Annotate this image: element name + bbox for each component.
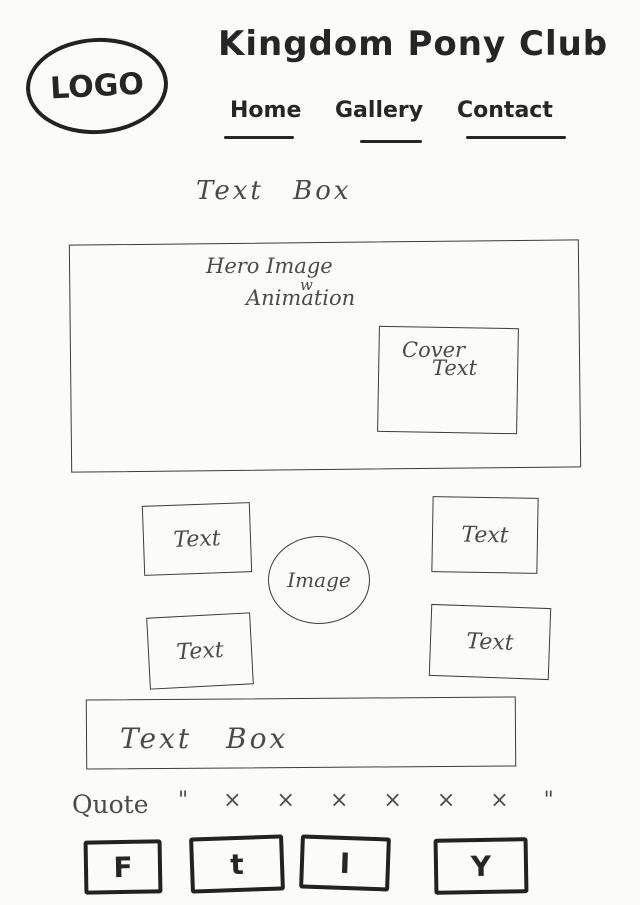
facebook-icon-letter: F	[113, 850, 133, 884]
feature-text-bottom-right[interactable]: Text	[428, 603, 552, 681]
cover-text-line2: Text	[432, 356, 478, 380]
instagram-icon[interactable]: I	[299, 834, 391, 892]
wide-text-box-label: Text Box	[120, 722, 289, 755]
youtube-icon[interactable]: Y	[433, 837, 529, 895]
quote-content: " × × × × × × "	[178, 788, 568, 813]
intro-text-box: Text Box	[196, 176, 352, 206]
nav-contact[interactable]: Contact	[457, 98, 553, 123]
feature-text-top-right[interactable]: Text	[431, 496, 539, 574]
feature-text-bottom-right-label: Text	[465, 628, 515, 656]
instagram-icon-letter: I	[339, 846, 351, 880]
twitter-icon[interactable]: t	[189, 834, 285, 894]
center-image-label: Image	[287, 568, 351, 592]
nav-home[interactable]: Home	[230, 98, 301, 123]
hero-label: Hero Image	[206, 254, 333, 278]
feature-text-top-right-label: Text	[461, 522, 509, 548]
youtube-icon-letter: Y	[470, 849, 492, 883]
feature-text-top-left[interactable]: Text	[141, 502, 253, 576]
facebook-icon[interactable]: F	[83, 839, 163, 895]
feature-text-bottom-left[interactable]: Text	[146, 612, 254, 690]
site-title: Kingdom Pony Club	[218, 24, 609, 64]
nav-gallery[interactable]: Gallery	[335, 98, 423, 123]
feature-text-top-left-label: Text	[172, 525, 222, 553]
center-image-circle[interactable]: Image	[268, 536, 370, 624]
hero-sub-animation: Animation	[246, 286, 356, 310]
quote-label: Quote	[72, 790, 149, 819]
nav-home-underline	[224, 136, 294, 139]
nav-gallery-underline	[360, 140, 422, 143]
logo-text: LOGO	[49, 66, 145, 106]
logo[interactable]: LOGO	[23, 34, 171, 138]
twitter-icon-letter: t	[229, 847, 245, 881]
nav-contact-underline	[466, 136, 566, 139]
feature-text-bottom-left-label: Text	[175, 637, 225, 665]
